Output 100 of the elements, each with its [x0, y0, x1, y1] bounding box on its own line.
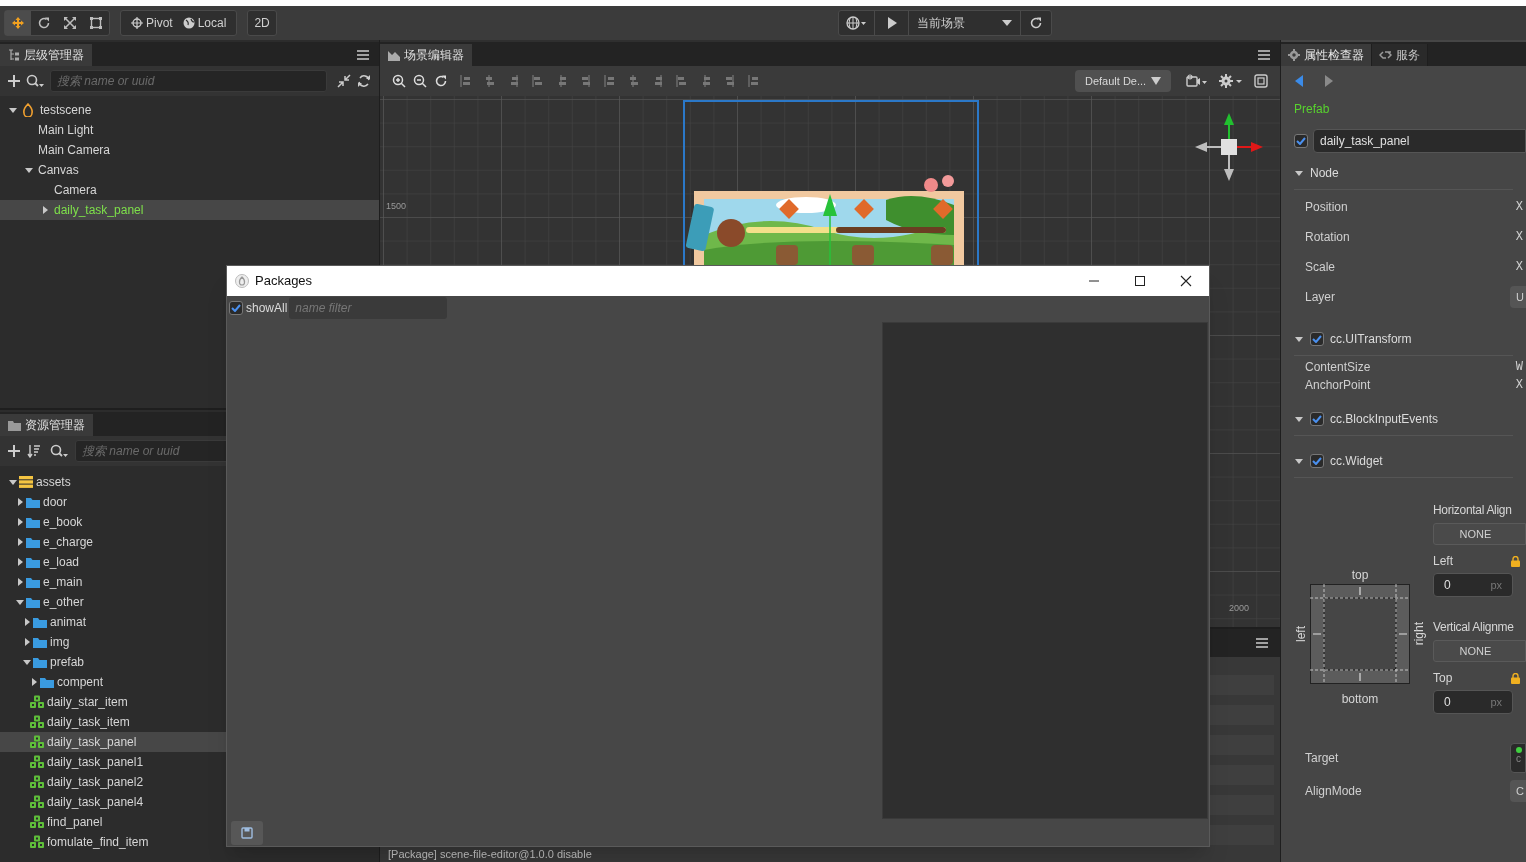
- align-icon[interactable]: [604, 75, 616, 87]
- tree-item[interactable]: e_other: [0, 592, 379, 612]
- zoom-out-icon[interactable]: [413, 74, 427, 88]
- align-icon[interactable]: [508, 75, 520, 87]
- tree-item[interactable]: e_main: [0, 572, 379, 592]
- expanded-arrow-icon[interactable]: [24, 165, 34, 175]
- tree-item[interactable]: fomulate_find_item: [0, 832, 379, 852]
- align-icon[interactable]: [676, 75, 688, 87]
- layer-dropdown[interactable]: U: [1510, 286, 1526, 308]
- collapsed-arrow-icon[interactable]: [15, 537, 25, 547]
- tree-item[interactable]: e_load: [0, 552, 379, 572]
- lock-icon[interactable]: [1511, 672, 1520, 684]
- menu-icon[interactable]: [1258, 50, 1270, 60]
- align-dropdown[interactable]: NONE: [1433, 523, 1526, 545]
- align-mode-dropdown[interactable]: C: [1510, 780, 1526, 802]
- search-icon[interactable]: [50, 444, 68, 458]
- align-icon[interactable]: [652, 75, 664, 87]
- target-field[interactable]: c: [1510, 743, 1526, 773]
- tree-item[interactable]: animat: [0, 612, 379, 632]
- tree-item[interactable]: Camera: [0, 180, 379, 200]
- tree-item[interactable]: daily_task_panel1: [0, 752, 379, 772]
- collapsed-arrow-icon[interactable]: [22, 637, 32, 647]
- preview-target-dropdown[interactable]: 当前场景: [909, 11, 1021, 35]
- back-arrow-icon[interactable]: [1295, 75, 1303, 87]
- tree-item[interactable]: Canvas: [0, 160, 379, 180]
- expanded-arrow-icon[interactable]: [8, 105, 18, 115]
- collapse-icon[interactable]: [337, 74, 351, 88]
- tree-item[interactable]: img: [0, 632, 379, 652]
- search-field[interactable]: 搜索 name or uuid: [50, 70, 327, 92]
- collapsed-arrow-icon[interactable]: [15, 517, 25, 527]
- add-icon[interactable]: [8, 75, 20, 87]
- tree-item[interactable]: daily_star_item: [0, 692, 379, 712]
- align-icon[interactable]: [484, 75, 496, 87]
- tree-item[interactable]: Main Camera: [0, 140, 379, 160]
- align-icon[interactable]: [460, 75, 472, 87]
- checkbox[interactable]: [229, 301, 243, 315]
- collapsed-arrow-icon[interactable]: [15, 557, 25, 567]
- local-button[interactable]: Local: [182, 14, 227, 32]
- align-dropdown[interactable]: NONE: [1433, 640, 1526, 662]
- checkbox[interactable]: [1294, 134, 1308, 148]
- expanded-arrow-icon[interactable]: [8, 477, 18, 487]
- add-icon[interactable]: [8, 445, 20, 457]
- search-icon[interactable]: [26, 74, 44, 88]
- inspector-tab[interactable]: 服务: [1372, 44, 1428, 66]
- camera-icon[interactable]: [1186, 74, 1208, 88]
- transform-tool-button[interactable]: [5, 11, 31, 35]
- panel-tab[interactable]: 资源管理器: [0, 414, 93, 436]
- align-icon[interactable]: [700, 75, 712, 87]
- tree-item[interactable]: daily_task_panel2: [0, 772, 379, 792]
- checkbox[interactable]: [1310, 453, 1324, 468]
- expanded-arrow-icon[interactable]: [15, 597, 25, 607]
- collapsed-arrow-icon[interactable]: [22, 617, 32, 627]
- tree-item[interactable]: testscene: [0, 100, 379, 120]
- node-name-field[interactable]: daily_task_panel: [1313, 129, 1526, 153]
- tree-item[interactable]: e_book: [0, 512, 379, 532]
- inspector-tab[interactable]: 属性检查器: [1281, 44, 1372, 66]
- filter-field[interactable]: name filter: [289, 297, 448, 319]
- lock-icon[interactable]: [1511, 555, 1520, 567]
- align-icon[interactable]: [556, 75, 568, 87]
- collapsed-arrow-icon[interactable]: [40, 205, 50, 215]
- checkbox[interactable]: [1310, 331, 1324, 346]
- menu-icon[interactable]: [1256, 638, 1268, 648]
- collapsed-arrow-icon[interactable]: [29, 677, 39, 687]
- tree-item[interactable]: e_charge: [0, 532, 379, 552]
- tree-item[interactable]: daily_task_panel: [0, 200, 379, 220]
- save-button[interactable]: [231, 821, 263, 845]
- tree-item[interactable]: door: [0, 492, 379, 512]
- expanded-arrow-icon[interactable]: [22, 657, 32, 667]
- refresh-icon[interactable]: [357, 74, 371, 88]
- widget-alignment-drawing[interactable]: [1310, 584, 1410, 684]
- panel-tab[interactable]: 层级管理器: [0, 44, 92, 66]
- tree-item[interactable]: assets: [0, 472, 379, 492]
- number-field[interactable]: 0 px: [1433, 690, 1513, 714]
- show-all-checkbox[interactable]: showAll: [229, 299, 288, 317]
- tree-item[interactable]: daily_task_panel4: [0, 792, 379, 812]
- settings-icon[interactable]: [1219, 74, 1243, 88]
- tree-item[interactable]: compent: [0, 672, 379, 692]
- pivot-button[interactable]: Pivot: [131, 14, 173, 32]
- resolution-dropdown[interactable]: Default De...: [1075, 70, 1171, 92]
- checkbox[interactable]: [1310, 411, 1324, 426]
- forward-arrow-icon[interactable]: [1325, 75, 1333, 87]
- zoom-in-icon[interactable]: [392, 74, 406, 88]
- align-icon[interactable]: [748, 75, 760, 87]
- align-icon[interactable]: [724, 75, 736, 87]
- layout-icon[interactable]: [1254, 74, 1268, 88]
- align-icon[interactable]: [628, 75, 640, 87]
- collapsed-arrow-icon[interactable]: [15, 577, 25, 587]
- tree-item[interactable]: daily_task_item: [0, 712, 379, 732]
- align-icon[interactable]: [532, 75, 544, 87]
- number-field[interactable]: 0 px: [1433, 573, 1513, 597]
- tree-item[interactable]: prefab: [0, 652, 379, 672]
- reset-icon[interactable]: [434, 74, 448, 88]
- transform-gizmo-icon[interactable]: [1195, 113, 1263, 181]
- collapsed-arrow-icon[interactable]: [15, 497, 25, 507]
- mode-2d-button[interactable]: 2D: [247, 10, 277, 36]
- menu-icon[interactable]: [357, 50, 369, 60]
- tree-item[interactable]: Main Light: [0, 120, 379, 140]
- tree-item[interactable]: find_panel: [0, 812, 379, 832]
- panel-tab[interactable]: 场景编辑器: [380, 44, 472, 66]
- align-icon[interactable]: [580, 75, 592, 87]
